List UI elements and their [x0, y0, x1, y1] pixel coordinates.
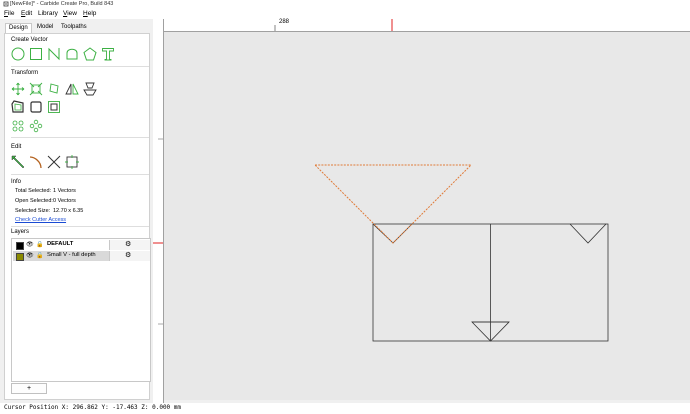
polyline-icon[interactable]	[47, 47, 61, 61]
canvas-drawing[interactable]	[164, 32, 690, 400]
gear-icon: ⚙	[125, 252, 132, 259]
tab-toolpaths[interactable]: Toolpaths	[58, 23, 90, 32]
curve-icon[interactable]	[65, 47, 79, 61]
divider	[11, 137, 149, 138]
status-bar: Cursor Position X: 296.862 Y: -17.463 Z:…	[0, 403, 690, 414]
section-edit: Edit	[11, 144, 22, 150]
section-transform: Transform	[11, 70, 39, 76]
menu-help[interactable]: Help	[83, 10, 96, 17]
section-create-vector: Create Vector	[11, 37, 48, 43]
info-total-selected-label: Total Selected:	[15, 188, 52, 194]
resize-icon[interactable]	[29, 82, 43, 96]
trim-icon[interactable]	[47, 155, 61, 169]
offset-icon[interactable]	[11, 100, 25, 114]
window-title: [NewFile]* - Carbide Create Pro, Build 8…	[10, 1, 114, 7]
layer-settings-button[interactable]: ⚙	[109, 251, 150, 261]
lock-icon[interactable]: 🔒	[36, 252, 43, 259]
title-bar: [NewFile]* - Carbide Create Pro, Build 8…	[0, 0, 690, 9]
radial-array-icon[interactable]	[29, 119, 43, 133]
info-selected-size-label: Selected Size:	[15, 208, 51, 214]
info-open-selected-label: Open Selected:	[15, 198, 53, 204]
divider	[11, 226, 149, 227]
text-icon[interactable]	[101, 47, 115, 61]
ruler-ticks	[274, 19, 393, 31]
menu-edit[interactable]: Edit	[21, 10, 32, 17]
eye-icon[interactable]: 👁	[26, 252, 34, 259]
fillet-icon[interactable]	[29, 155, 43, 169]
move-icon[interactable]	[11, 82, 25, 96]
node-edit-icon[interactable]	[11, 155, 25, 169]
divider	[11, 66, 149, 67]
eye-icon[interactable]: 👁	[26, 241, 34, 248]
section-info: Info	[11, 179, 22, 185]
menu-view[interactable]: View	[63, 10, 77, 17]
design-panel: Design Model Toolpaths Create Vector Tra…	[0, 20, 152, 400]
layer-settings-button[interactable]: ⚙	[109, 240, 150, 250]
layer-row-default[interactable]: 👁 🔒 DEFAULT ⚙	[13, 240, 150, 250]
cursor-position: Cursor Position X: 296.862 Y: -17.463 Z:…	[4, 404, 182, 411]
add-layer-button[interactable]: +	[11, 383, 47, 394]
app-logo-icon	[3, 1, 9, 7]
layer-name: DEFAULT	[47, 241, 74, 247]
ruler-vertical	[153, 19, 164, 412]
section-layers: Layers	[11, 229, 30, 235]
align-icon[interactable]	[83, 82, 97, 96]
design-canvas[interactable]	[164, 32, 690, 400]
info-total-selected-value: 1 Vectors	[53, 188, 76, 194]
info-selected-size-value: 12.70 x 6.35	[53, 208, 84, 214]
divider	[11, 174, 149, 175]
ruler-horizontal: 288	[163, 19, 690, 32]
array-icon[interactable]	[11, 119, 25, 133]
selected-triangle	[313, 164, 473, 244]
v-shape	[372, 223, 413, 244]
check-cutter-access-link[interactable]: Check Cutter Access	[15, 217, 66, 223]
boolean-icon[interactable]	[29, 100, 43, 114]
rectangle-icon[interactable]	[29, 47, 43, 61]
ruler-ticks	[153, 138, 163, 325]
circle-icon[interactable]	[11, 47, 25, 61]
v-shape	[569, 223, 607, 244]
tab-model[interactable]: Model	[34, 23, 56, 32]
join-icon[interactable]	[47, 100, 61, 114]
layer-name: Small V - full depth	[47, 252, 96, 258]
panel-body: Create Vector Transform Edit Info Total …	[4, 33, 151, 400]
mirror-icon[interactable]	[65, 82, 79, 96]
rotate-icon[interactable]	[47, 82, 61, 96]
polygon-icon[interactable]	[83, 47, 97, 61]
menu-file[interactable]: File	[4, 10, 15, 17]
layer-color-swatch[interactable]	[16, 253, 24, 261]
bounds-icon[interactable]	[65, 155, 79, 169]
layer-color-swatch[interactable]	[16, 242, 24, 250]
info-open-selected-value: 0 Vectors	[53, 198, 76, 204]
menu-library[interactable]: Library	[38, 10, 58, 17]
tab-design[interactable]: Design	[5, 23, 32, 33]
menu-bar: File Edit Library View Help	[0, 9, 690, 19]
lock-icon[interactable]: 🔒	[36, 241, 43, 248]
layers-list: 👁 🔒 DEFAULT ⚙ 👁 🔒 Small V - full depth ⚙	[11, 238, 151, 382]
gear-icon: ⚙	[125, 241, 132, 248]
layer-row-small-v[interactable]: 👁 🔒 Small V - full depth ⚙	[13, 251, 150, 261]
